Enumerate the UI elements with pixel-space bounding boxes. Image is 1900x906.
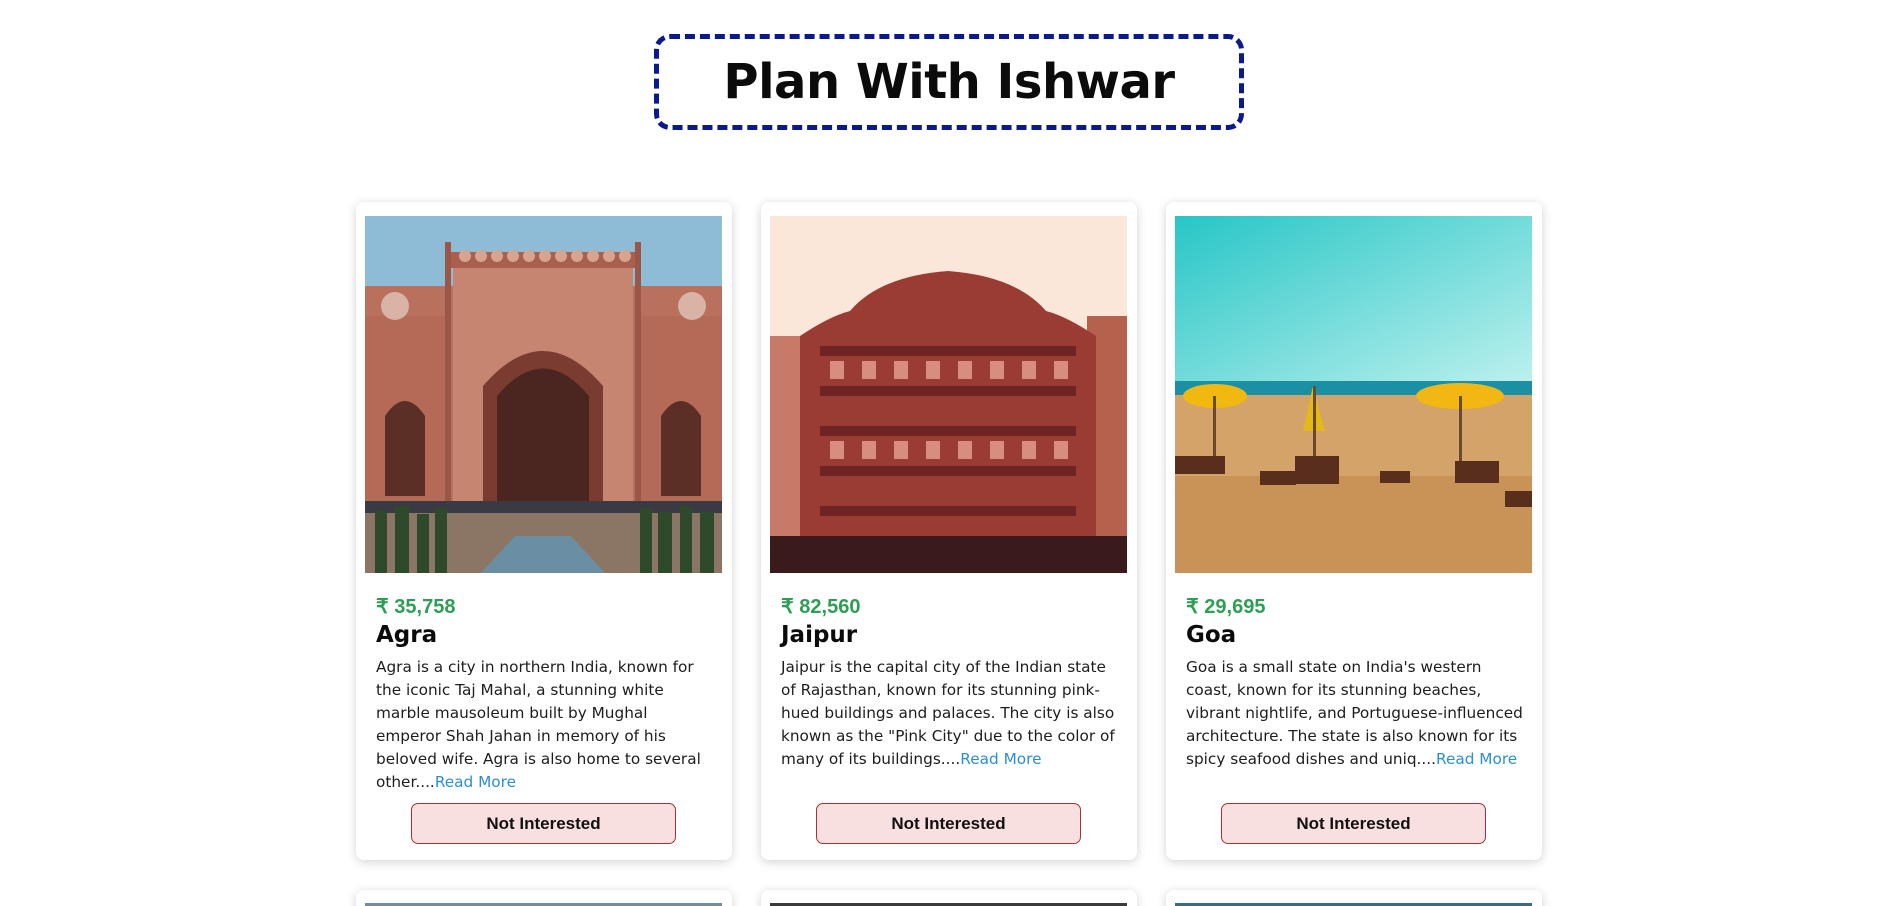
price: ₹ 35,758	[376, 596, 456, 618]
price: ₹ 82,560	[781, 596, 861, 618]
jaipur-image	[770, 216, 1127, 573]
jaipur-photo	[770, 216, 1127, 573]
destination-card-jaipur: ₹ 82,560 Jaipur Jaipur is the capital ci…	[761, 202, 1137, 860]
price: ₹ 29,695	[1186, 596, 1266, 618]
destination-description: Goa is a small state on India's western …	[1186, 656, 1526, 771]
description-text: Jaipur is the capital city of the Indian…	[781, 658, 1115, 768]
agra-photo	[365, 216, 722, 573]
destination-description: Agra is a city in northern India, known …	[376, 656, 716, 794]
destination-card-next	[356, 890, 732, 906]
description-text: Agra is a city in northern India, known …	[376, 658, 701, 791]
destination-name: Agra	[376, 622, 438, 648]
not-interested-button[interactable]: Not Interested	[816, 803, 1081, 844]
destination-card-next	[761, 890, 1137, 906]
read-more-link[interactable]: Read More	[1436, 750, 1517, 768]
read-more-link[interactable]: Read More	[435, 773, 516, 791]
destination-description: Jaipur is the capital city of the Indian…	[781, 656, 1121, 771]
destination-card-goa: ₹ 29,695 Goa Goa is a small state on Ind…	[1166, 202, 1542, 860]
not-interested-button[interactable]: Not Interested	[1221, 803, 1486, 844]
destination-card-next	[1166, 890, 1542, 906]
goa-image	[1175, 216, 1532, 573]
page: Plan With Ishwar ₹ 35,758 Agra Agra is a…	[0, 0, 1900, 906]
read-more-link[interactable]: Read More	[960, 750, 1041, 768]
not-interested-button[interactable]: Not Interested	[411, 803, 676, 844]
destination-name: Goa	[1186, 622, 1237, 648]
destination-cards: ₹ 35,758 Agra Agra is a city in northern…	[0, 0, 1900, 906]
destination-name: Jaipur	[781, 622, 858, 648]
agra-image	[365, 216, 722, 573]
goa-photo	[1175, 216, 1532, 573]
destination-card-agra: ₹ 35,758 Agra Agra is a city in northern…	[356, 202, 732, 860]
